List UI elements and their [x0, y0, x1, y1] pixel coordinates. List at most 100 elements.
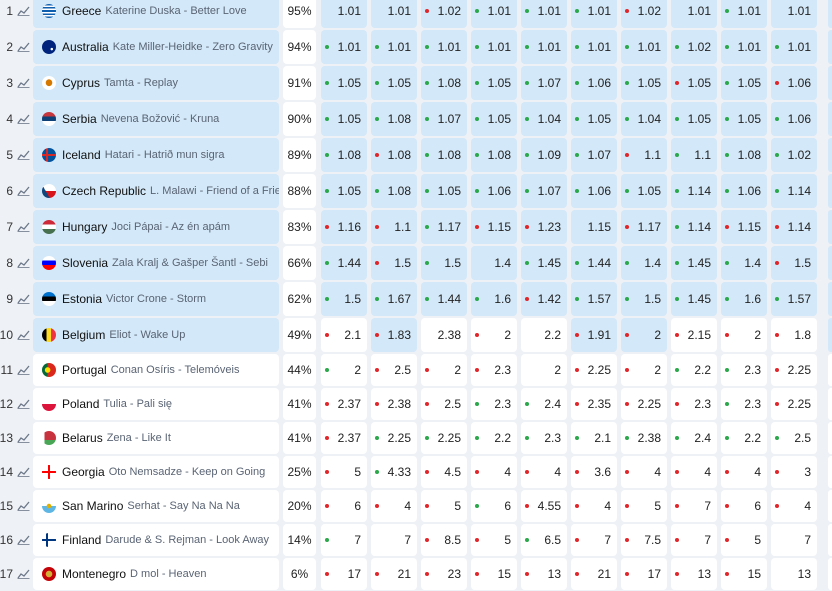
odds-cell[interactable]: 1.01	[371, 30, 417, 64]
odds-cell[interactable]: 1.06	[771, 102, 817, 136]
odds-cell[interactable]: 4	[621, 456, 667, 488]
odds-cell[interactable]: 13	[771, 558, 817, 590]
odds-cell[interactable]: 13	[671, 558, 717, 590]
odds-cell[interactable]: 1.45	[671, 246, 717, 280]
odds-cell[interactable]: 2.3	[471, 388, 517, 420]
odds-cell[interactable]: 2.4	[521, 388, 567, 420]
odds-cell[interactable]: 1.01	[471, 0, 517, 28]
odds-cell[interactable]: 1.05	[321, 66, 367, 100]
odds-cell[interactable]: 1.16	[321, 210, 367, 244]
line-chart-icon[interactable]	[17, 353, 30, 387]
odds-cell[interactable]: 2	[621, 354, 667, 386]
odds-cell[interactable]: 1.4	[621, 246, 667, 280]
odds-cell[interactable]: 15	[721, 558, 767, 590]
odds-cell[interactable]: 1.4	[471, 246, 517, 280]
odds-cell[interactable]: 1.09	[521, 138, 567, 172]
odds-cell[interactable]: 1.08	[421, 138, 467, 172]
line-chart-icon[interactable]	[17, 317, 30, 353]
odds-cell[interactable]: 1.15	[571, 210, 617, 244]
odds-cell[interactable]: 4	[371, 490, 417, 522]
odds-cell[interactable]: 1.57	[571, 282, 617, 316]
odds-cell[interactable]: 1.04	[621, 102, 667, 136]
odds-cell[interactable]: 1.07	[421, 102, 467, 136]
odds-cell[interactable]: 3	[771, 456, 817, 488]
odds-cell[interactable]: 2.38	[621, 422, 667, 454]
odds-cell[interactable]: 6.5	[521, 524, 567, 556]
odds-cell[interactable]: 1.01	[771, 30, 817, 64]
odds-cell[interactable]: 1.57	[771, 282, 817, 316]
odds-cell[interactable]: 2.37	[321, 422, 367, 454]
odds-cell[interactable]: 1.05	[621, 66, 667, 100]
odds-cell[interactable]: 1.01	[421, 30, 467, 64]
odds-cell[interactable]: 1.6	[721, 282, 767, 316]
odds-cell[interactable]: 4.5	[421, 456, 467, 488]
odds-cell[interactable]: 2.4	[671, 422, 717, 454]
line-chart-icon[interactable]	[17, 281, 30, 317]
odds-cell[interactable]: 1.05	[621, 174, 667, 208]
country-entry[interactable]: Poland Tulia - Pali się	[33, 388, 279, 420]
country-entry[interactable]: San Marino Serhat - Say Na Na Na	[33, 490, 279, 522]
odds-cell[interactable]: 7.5	[621, 524, 667, 556]
odds-cell[interactable]: 2.3	[521, 422, 567, 454]
odds-cell[interactable]: 1.05	[371, 66, 417, 100]
odds-cell[interactable]: 2.25	[621, 388, 667, 420]
odds-cell[interactable]: 5	[421, 490, 467, 522]
odds-cell[interactable]: 2	[471, 318, 517, 352]
odds-cell[interactable]: 1.01	[471, 30, 517, 64]
line-chart-icon[interactable]	[17, 0, 30, 29]
odds-cell[interactable]: 2.2	[671, 354, 717, 386]
odds-cell[interactable]: 21	[571, 558, 617, 590]
odds-cell[interactable]: 1.17	[421, 210, 467, 244]
odds-cell[interactable]: 1.08	[371, 174, 417, 208]
country-entry[interactable]: Montenegro D mol - Heaven	[33, 558, 279, 590]
odds-cell[interactable]: 2	[321, 354, 367, 386]
odds-cell[interactable]: 1.05	[321, 102, 367, 136]
odds-cell[interactable]: 7	[771, 524, 817, 556]
odds-cell[interactable]: 1.01	[321, 0, 367, 28]
odds-cell[interactable]: 2.1	[321, 318, 367, 352]
odds-cell[interactable]: 1.08	[471, 138, 517, 172]
odds-cell[interactable]: 2.25	[421, 422, 467, 454]
odds-cell[interactable]: 17	[321, 558, 367, 590]
odds-cell[interactable]: 1.06	[471, 174, 517, 208]
odds-cell[interactable]: 2.38	[421, 318, 467, 352]
odds-cell[interactable]: 1.6	[471, 282, 517, 316]
odds-cell[interactable]: 6	[471, 490, 517, 522]
country-entry[interactable]: Belarus Zena - Like It	[33, 422, 279, 454]
odds-cell[interactable]: 4	[471, 456, 517, 488]
country-entry[interactable]: Hungary Joci Pápai - Az én apám	[33, 210, 279, 244]
odds-cell[interactable]: 2.5	[771, 422, 817, 454]
odds-cell[interactable]: 4	[671, 456, 717, 488]
odds-cell[interactable]: 2.3	[721, 388, 767, 420]
odds-cell[interactable]: 1.08	[721, 138, 767, 172]
odds-cell[interactable]: 1.05	[571, 102, 617, 136]
odds-cell[interactable]: 1.8	[771, 318, 817, 352]
line-chart-icon[interactable]	[17, 137, 30, 173]
country-entry[interactable]: Australia Kate Miller-Heidke - Zero Gravi…	[33, 30, 279, 64]
line-chart-icon[interactable]	[17, 489, 30, 523]
odds-cell[interactable]: 1.06	[571, 174, 617, 208]
odds-cell[interactable]: 1.14	[671, 174, 717, 208]
odds-cell[interactable]: 1.08	[371, 102, 417, 136]
line-chart-icon[interactable]	[17, 455, 30, 489]
odds-cell[interactable]: 2.2	[471, 422, 517, 454]
odds-cell[interactable]: 4.33	[371, 456, 417, 488]
odds-cell[interactable]: 1.5	[321, 282, 367, 316]
odds-cell[interactable]: 1.14	[671, 210, 717, 244]
odds-cell[interactable]: 21	[371, 558, 417, 590]
odds-cell[interactable]: 7	[321, 524, 367, 556]
odds-cell[interactable]: 1.01	[521, 0, 567, 28]
odds-cell[interactable]: 5	[321, 456, 367, 488]
line-chart-icon[interactable]	[17, 65, 30, 101]
odds-cell[interactable]: 1.01	[771, 0, 817, 28]
odds-cell[interactable]: 1.5	[771, 246, 817, 280]
odds-cell[interactable]: 1.5	[371, 246, 417, 280]
odds-cell[interactable]: 1.05	[471, 66, 517, 100]
odds-cell[interactable]: 1.07	[571, 138, 617, 172]
line-chart-icon[interactable]	[17, 209, 30, 245]
odds-cell[interactable]: 4	[571, 490, 617, 522]
odds-cell[interactable]: 2.37	[321, 388, 367, 420]
odds-cell[interactable]: 1.05	[721, 66, 767, 100]
odds-cell[interactable]: 1.23	[521, 210, 567, 244]
odds-cell[interactable]: 6	[721, 490, 767, 522]
